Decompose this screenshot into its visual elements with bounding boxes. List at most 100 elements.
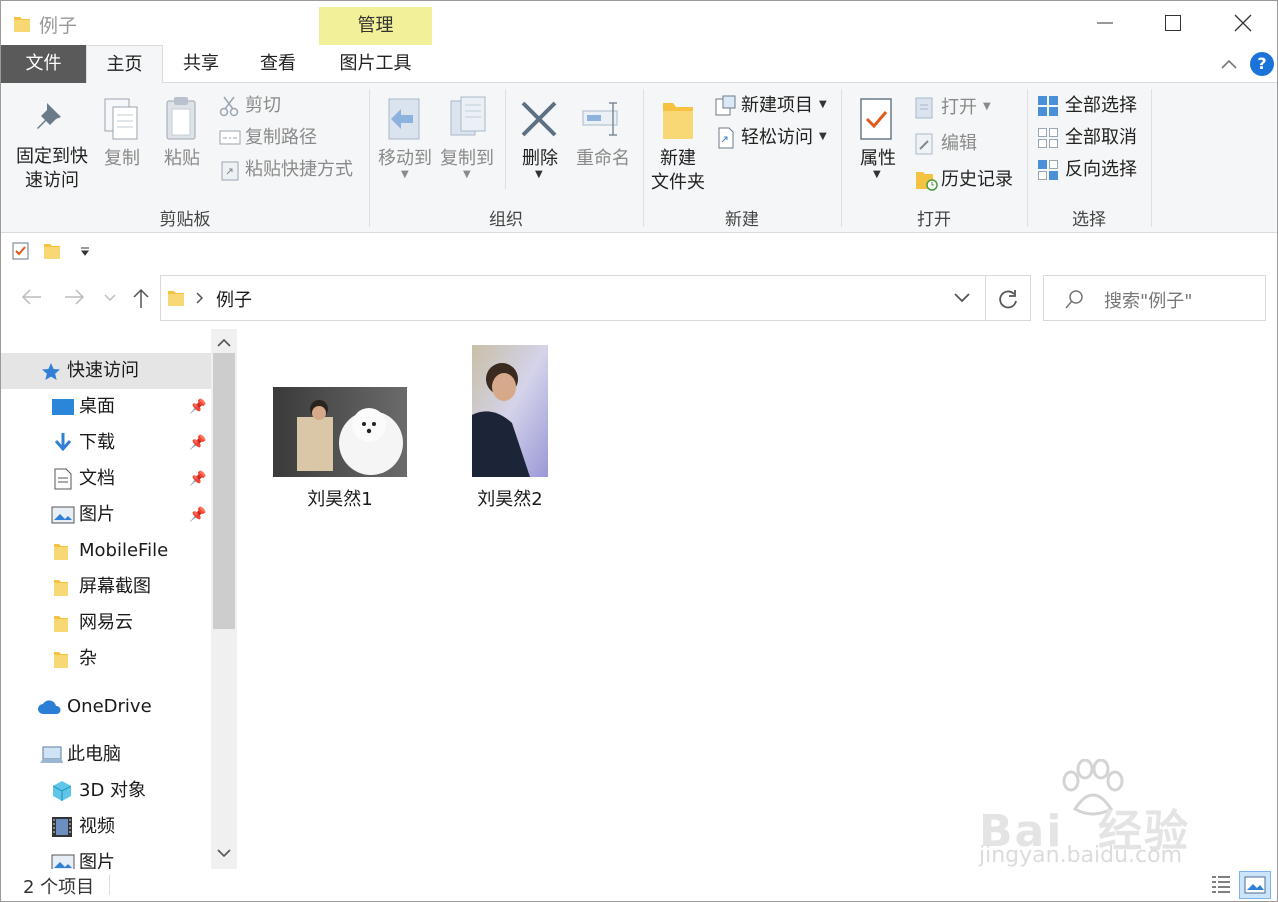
sidebar-item-netease[interactable]: 网易云: [1, 605, 211, 641]
move-to-button[interactable]: 移动到 ▼: [373, 93, 437, 193]
new-item-button[interactable]: 新建项目 ▼: [715, 93, 835, 119]
address-bar[interactable]: 例子: [160, 275, 986, 321]
pin-icon[interactable]: 📌: [189, 389, 206, 425]
title-bar: 例子 管理: [1, 1, 1277, 45]
sidebar-item-quick-access[interactable]: 快速访问: [1, 353, 211, 389]
open-button[interactable]: 打开 ▼: [915, 95, 1015, 121]
search-placeholder: 搜索"例子": [1104, 291, 1193, 312]
back-arrow-icon[interactable]: [19, 287, 43, 307]
tab-share[interactable]: 共享: [166, 45, 236, 83]
recent-locations-icon[interactable]: [103, 293, 117, 303]
scroll-down-icon[interactable]: [216, 847, 232, 859]
paste-label: 粘贴: [164, 148, 200, 169]
up-arrow-icon[interactable]: [131, 287, 151, 309]
clipboard-group-label: 剪贴板: [159, 210, 211, 230]
sidebar-item-misc[interactable]: 杂: [1, 641, 211, 677]
delete-x-icon: [521, 101, 557, 137]
copy-to-button[interactable]: 复制到 ▼: [435, 93, 499, 193]
open-label: 打开: [941, 97, 977, 118]
sidebar-item-desktop[interactable]: 桌面 📌: [1, 389, 211, 425]
select-all-button[interactable]: 全部选择: [1037, 93, 1147, 119]
copy-path-icon: [219, 130, 241, 145]
properties-check-icon[interactable]: [11, 241, 31, 261]
refresh-button[interactable]: [985, 275, 1031, 321]
edit-icon: [915, 133, 933, 155]
pin-icon[interactable]: 📌: [189, 497, 206, 533]
copy-to-label: 复制到: [440, 148, 494, 169]
sidebar-item-onedrive[interactable]: OneDrive: [1, 689, 211, 725]
refresh-icon: [999, 290, 1017, 309]
edit-button[interactable]: 编辑: [915, 131, 1015, 157]
scroll-up-icon[interactable]: [216, 337, 232, 349]
pin-icon[interactable]: 📌: [189, 461, 206, 497]
sidebar-item-documents[interactable]: 文档 📌: [1, 461, 211, 497]
close-icon: [1234, 14, 1252, 32]
copy-path-button[interactable]: 复制路径: [219, 125, 359, 151]
open-group-label: 打开: [917, 210, 951, 230]
scissors-icon: [219, 96, 239, 117]
folder-icon: [54, 580, 68, 596]
sidebar-label: 快速访问: [67, 360, 139, 381]
divider: [505, 89, 506, 189]
cut-label: 剪切: [245, 95, 281, 116]
invert-selection-button[interactable]: 反向选择: [1037, 157, 1147, 183]
sidebar-item-pictures[interactable]: 图片 📌: [1, 497, 211, 533]
rename-label: 重命名: [576, 148, 630, 169]
tab-picture-tools[interactable]: 图片工具: [319, 45, 432, 83]
copy-button[interactable]: 复制: [97, 93, 147, 183]
sidebar-label: 图片: [79, 852, 115, 869]
context-tab-manage[interactable]: 管理: [319, 7, 432, 45]
details-view-icon[interactable]: [1209, 873, 1233, 895]
sidebar-item-screenshots[interactable]: 屏幕截图: [1, 569, 211, 605]
breadcrumb-chevron-icon[interactable]: [195, 291, 205, 305]
cut-button[interactable]: 剪切: [219, 93, 359, 119]
paste-button[interactable]: 粘贴: [157, 93, 207, 183]
tab-home[interactable]: 主页: [86, 45, 163, 84]
new-folder-button[interactable]: 新建 文件夹: [647, 93, 709, 203]
file-item[interactable]: 刘昊然2: [435, 339, 585, 519]
large-icons-view-button[interactable]: [1239, 871, 1271, 899]
collapse-ribbon-icon[interactable]: [1219, 56, 1239, 72]
delete-button[interactable]: 删除 ▼: [513, 93, 567, 193]
new-folder-icon[interactable]: [43, 241, 61, 261]
sidebar-item-pc-pictures[interactable]: 图片: [1, 845, 211, 869]
sidebar-item-this-pc[interactable]: 此电脑: [1, 737, 211, 773]
star-icon: [42, 363, 60, 380]
minimize-button[interactable]: [1071, 1, 1139, 45]
pin-label-1: 固定到快: [16, 146, 88, 167]
sidebar-item-3d-objects[interactable]: 3D 对象: [1, 773, 211, 809]
history-button[interactable]: 历史记录: [915, 167, 1025, 193]
properties-label: 属性: [860, 148, 896, 169]
maximize-button[interactable]: [1139, 1, 1207, 45]
sidebar-item-mobilefile[interactable]: MobileFile: [1, 533, 211, 569]
sidebar-item-videos[interactable]: 视频: [1, 809, 211, 845]
new-folder-icon: [663, 103, 693, 139]
breadcrumb-current[interactable]: 例子: [216, 286, 252, 312]
pin-to-quick-access-button[interactable]: 固定到快 速访问: [11, 93, 91, 203]
paste-shortcut-button[interactable]: 粘贴快捷方式: [219, 157, 364, 183]
easy-access-icon: [718, 127, 734, 149]
paste-shortcut-icon: [221, 161, 239, 181]
customize-qat-icon[interactable]: [79, 245, 91, 257]
download-arrow-icon: [54, 433, 72, 452]
sidebar-label: OneDrive: [67, 696, 152, 717]
search-box[interactable]: 搜索"例子": [1043, 275, 1266, 321]
forward-arrow-icon[interactable]: [63, 287, 87, 307]
scrollbar-thumb[interactable]: [213, 353, 235, 629]
rename-button[interactable]: 重命名: [571, 93, 635, 183]
sidebar-item-downloads[interactable]: 下载 📌: [1, 425, 211, 461]
pin-icon[interactable]: 📌: [189, 425, 206, 461]
properties-button[interactable]: 属性 ▼: [853, 93, 903, 193]
help-icon[interactable]: ?: [1250, 52, 1274, 76]
easy-access-button[interactable]: 轻松访问 ▼: [715, 125, 835, 151]
select-none-button[interactable]: 全部取消: [1037, 125, 1147, 151]
file-item[interactable]: 刘昊然1: [265, 379, 415, 519]
tab-file[interactable]: 文件: [1, 45, 86, 83]
close-button[interactable]: [1207, 1, 1277, 45]
address-history-chevron-icon[interactable]: [953, 292, 971, 304]
copy-to-icon: [450, 96, 486, 136]
folder-icon: [14, 17, 30, 32]
film-icon: [52, 817, 72, 837]
dropdown-arrow-icon: ▼: [401, 169, 409, 180]
tab-view[interactable]: 查看: [243, 45, 313, 83]
